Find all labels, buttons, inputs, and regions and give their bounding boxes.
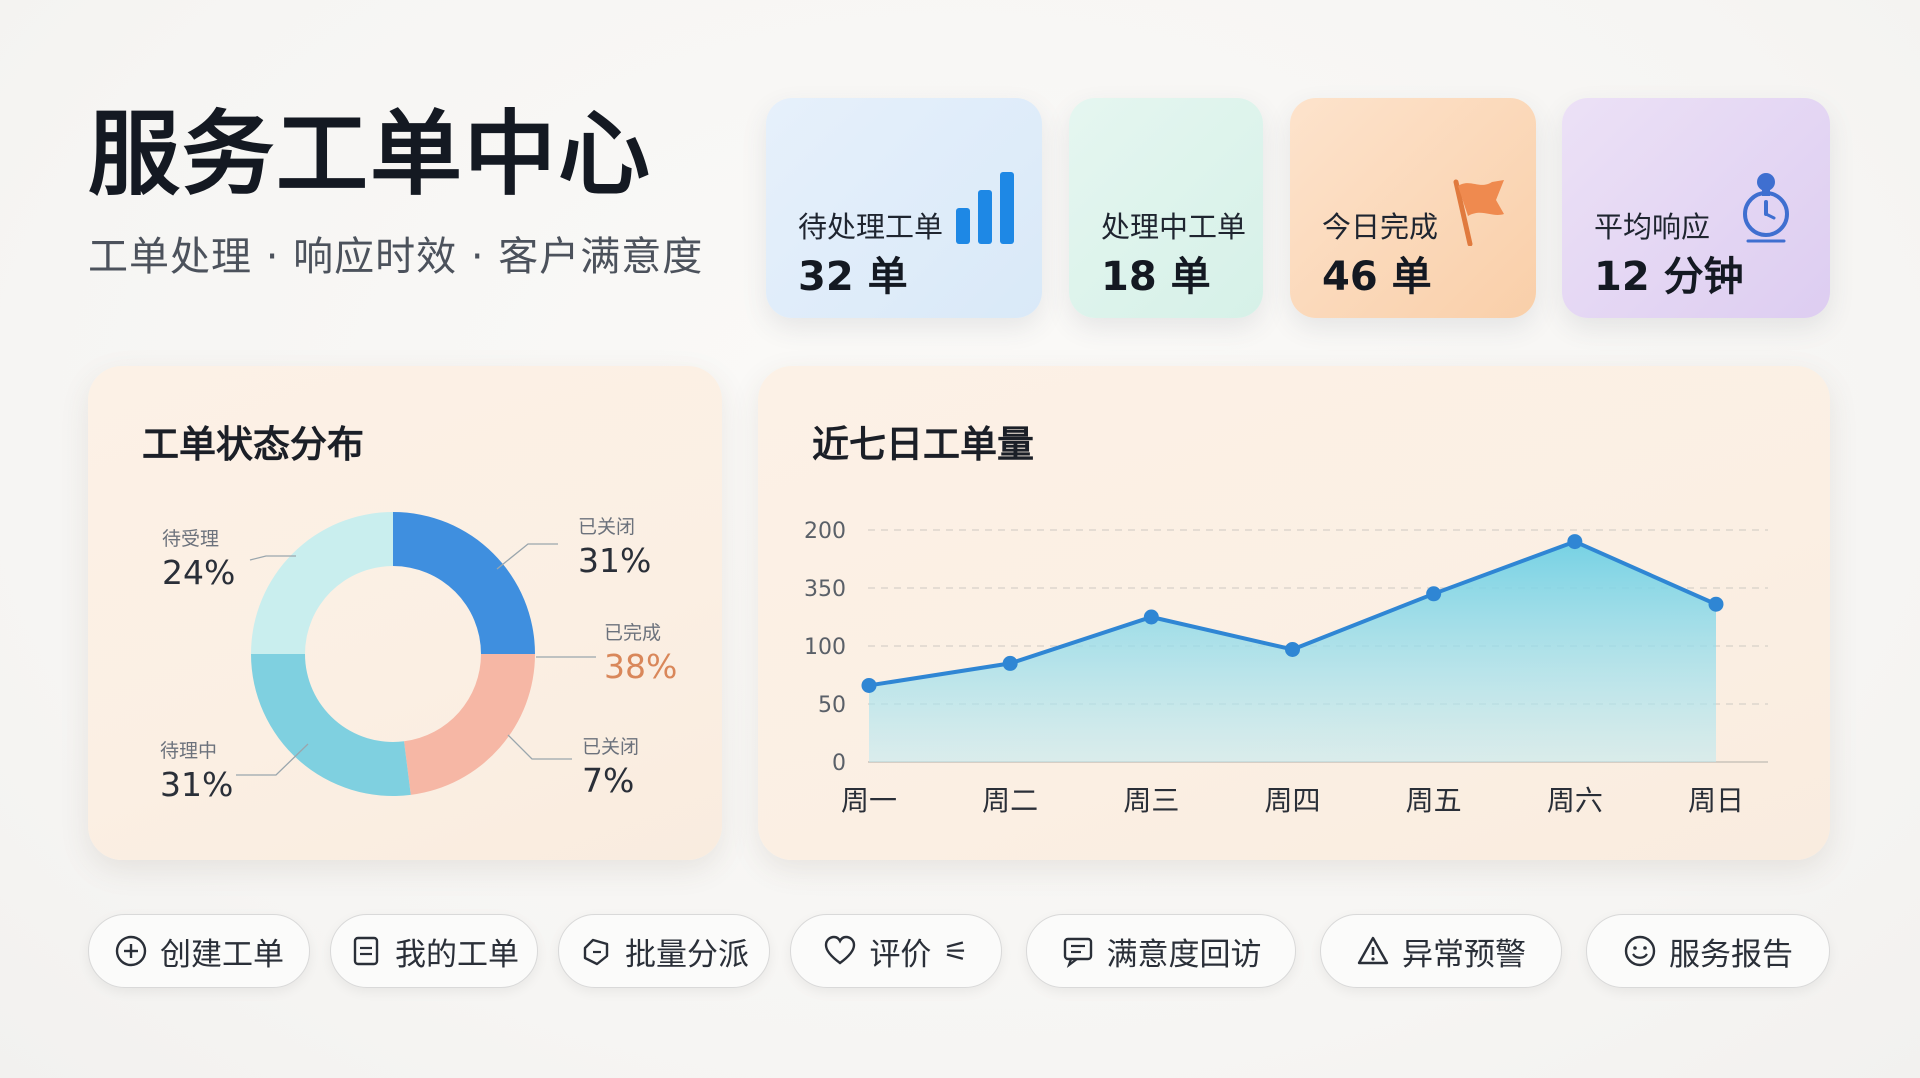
y-tick-label: 350 — [804, 577, 846, 602]
button-label: 异常预警 — [1402, 936, 1526, 973]
stat-label: 待处理工单 — [798, 210, 944, 244]
stopwatch-icon — [1743, 173, 1789, 243]
x-tick-label: 周一 — [841, 784, 897, 817]
slice-name: 待受理 — [162, 528, 220, 550]
x-tick-label: 周三 — [1123, 784, 1179, 817]
data-point[interactable] — [861, 677, 877, 693]
plus-circle-icon — [115, 935, 147, 967]
status-distribution-panel: 工单状态分布 待受理 24% 已关闭 31% 已完成 38% 已关闭 7% 待理… — [88, 366, 722, 860]
data-point[interactable] — [1708, 596, 1724, 612]
stat-value: 18 单 — [1101, 254, 1211, 300]
x-tick-label: 周四 — [1264, 784, 1320, 817]
rating-button[interactable]: 评价 ⚟ — [790, 914, 1002, 988]
leader-line — [496, 543, 558, 570]
slice-percent: 24% — [162, 553, 236, 592]
data-point[interactable] — [1143, 609, 1159, 625]
rating-lines-icon: ⚟ — [943, 934, 969, 968]
donut-label-completed: 已完成 38% — [604, 618, 677, 686]
x-tick-label: 周日 — [1688, 784, 1744, 817]
x-tick-label: 周六 — [1547, 784, 1603, 817]
y-tick-label: 200 — [804, 519, 846, 544]
stat-label: 处理中工单 — [1101, 210, 1247, 244]
leader-line — [507, 734, 572, 760]
data-point[interactable] — [1426, 586, 1442, 602]
batch-assign-button[interactable]: 批量分派 — [558, 914, 770, 988]
button-label: 批量分派 — [625, 936, 749, 973]
donut-slice[interactable] — [404, 654, 535, 795]
button-label: 创建工单 — [160, 936, 284, 973]
message-icon — [1063, 937, 1092, 968]
document-icon — [353, 936, 379, 966]
stat-card-done-today[interactable]: 今日完成 46 单 — [1290, 98, 1536, 318]
my-tickets-button[interactable]: 我的工单 — [330, 914, 538, 988]
smile-icon — [1624, 935, 1656, 967]
slice-name: 待理中 — [160, 740, 218, 762]
area-chart: 200 350 100 50 0 周一 周二 周三 周四 周五 周六 周日 — [804, 519, 1768, 817]
donut-label-closed-2: 已关闭 7% — [582, 732, 639, 800]
button-label: 我的工单 — [395, 936, 519, 973]
stat-label: 平均响应 — [1594, 210, 1711, 244]
y-tick-label: 50 — [818, 693, 846, 718]
bar-chart-icon — [956, 172, 1014, 244]
button-label: 服务报告 — [1669, 936, 1793, 973]
donut-slice[interactable] — [251, 512, 393, 654]
stat-value: 12 分钟 — [1594, 254, 1744, 300]
tag-icon — [583, 938, 609, 966]
create-ticket-button[interactable]: 创建工单 — [88, 914, 310, 988]
x-tick-label: 周五 — [1406, 784, 1462, 817]
slice-name: 已关闭 — [578, 516, 636, 538]
y-tick-label: 0 — [832, 751, 846, 776]
donut-label-processing: 待理中 31% — [160, 736, 233, 804]
stat-value: 32 单 — [798, 254, 908, 300]
button-label: 满意度回访 — [1106, 936, 1262, 973]
stat-card-avg-response[interactable]: 平均响应 12 分钟 — [1562, 98, 1830, 318]
donut-label-closed: 已关闭 31% — [578, 512, 651, 580]
donut-slice[interactable] — [393, 512, 535, 654]
satisfaction-followup-button[interactable]: 满意度回访 — [1026, 914, 1296, 988]
warning-icon — [1357, 936, 1389, 965]
slice-percent: 31% — [578, 541, 652, 580]
seven-day-volume-panel: 近七日工单量 200 350 100 50 0 周一 周二 周三 周四 周五 周六 周日 — [758, 366, 1830, 860]
stat-label: 今日完成 — [1322, 210, 1439, 244]
stat-value: 46 单 — [1322, 254, 1432, 300]
header: 服务工单中心 工单处理 · 响应时效 · 客户满意度 — [88, 100, 728, 290]
data-point[interactable] — [1002, 655, 1018, 671]
action-bar: 创建工单 我的工单 批量分派 评价 ⚟ 满意度回访 异常预警 服务报告 — [88, 914, 1830, 990]
anomaly-alert-button[interactable]: 异常预警 — [1320, 914, 1562, 988]
y-tick-label: 100 — [804, 635, 846, 660]
page-title: 服务工单中心 — [88, 101, 653, 208]
service-report-button[interactable]: 服务报告 — [1586, 914, 1830, 988]
data-point[interactable] — [1567, 534, 1583, 550]
slice-name: 已关闭 — [582, 736, 640, 758]
stat-card-pending[interactable]: 待处理工单 32 单 — [766, 98, 1042, 318]
stat-card-in-progress[interactable]: 处理中工单 18 单 — [1069, 98, 1263, 318]
heart-icon — [825, 935, 856, 965]
slice-percent: 31% — [160, 765, 234, 804]
slice-percent: 38% — [604, 647, 678, 686]
slice-name: 已完成 — [604, 622, 662, 644]
slice-percent: 7% — [582, 761, 635, 800]
x-tick-label: 周二 — [982, 784, 1038, 817]
page-subtitle: 工单处理 · 响应时效 · 客户满意度 — [88, 234, 704, 281]
data-point[interactable] — [1285, 641, 1300, 657]
button-label: 评价 — [869, 936, 932, 973]
flag-icon — [1453, 179, 1504, 246]
donut-label-pending: 待受理 24% — [162, 524, 235, 592]
